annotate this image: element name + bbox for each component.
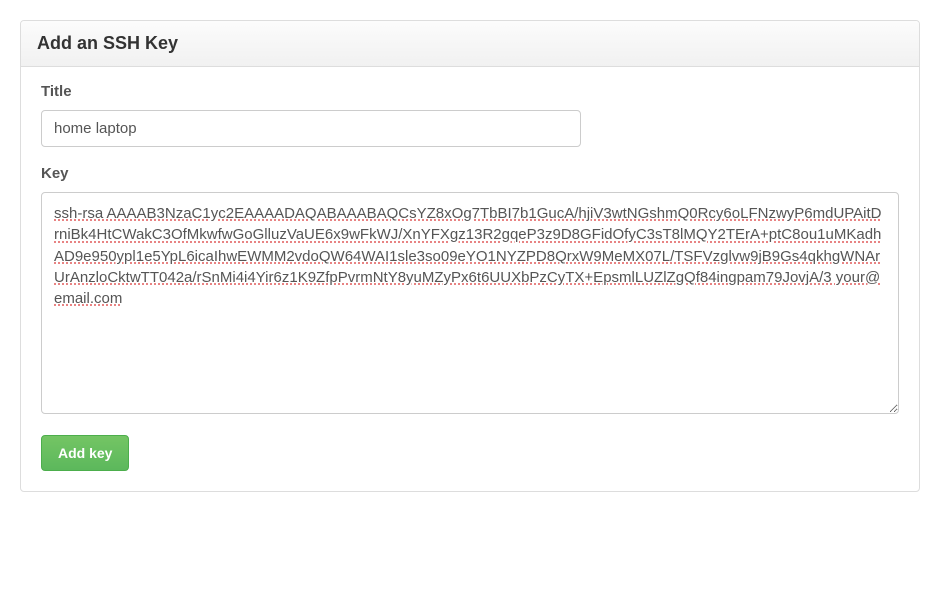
key-textarea[interactable]: ssh-rsa AAAAB3NzaC1yc2EAAAADAQABAAABAQCs… — [41, 192, 899, 414]
title-label: Title — [41, 83, 899, 100]
panel-title: Add an SSH Key — [37, 33, 903, 54]
title-field-group: Title — [41, 83, 899, 147]
title-input[interactable] — [41, 110, 581, 147]
key-field-group: Key ssh-rsa AAAAB3NzaC1yc2EAAAADAQABAAAB… — [41, 165, 899, 417]
panel-body: Title Key ssh-rsa AAAAB3NzaC1yc2EAAAADAQ… — [21, 67, 919, 491]
key-label: Key — [41, 165, 899, 182]
add-key-button[interactable]: Add key — [41, 435, 129, 471]
panel-header: Add an SSH Key — [21, 21, 919, 67]
add-ssh-key-panel: Add an SSH Key Title Key ssh-rsa AAAAB3N… — [20, 20, 920, 492]
